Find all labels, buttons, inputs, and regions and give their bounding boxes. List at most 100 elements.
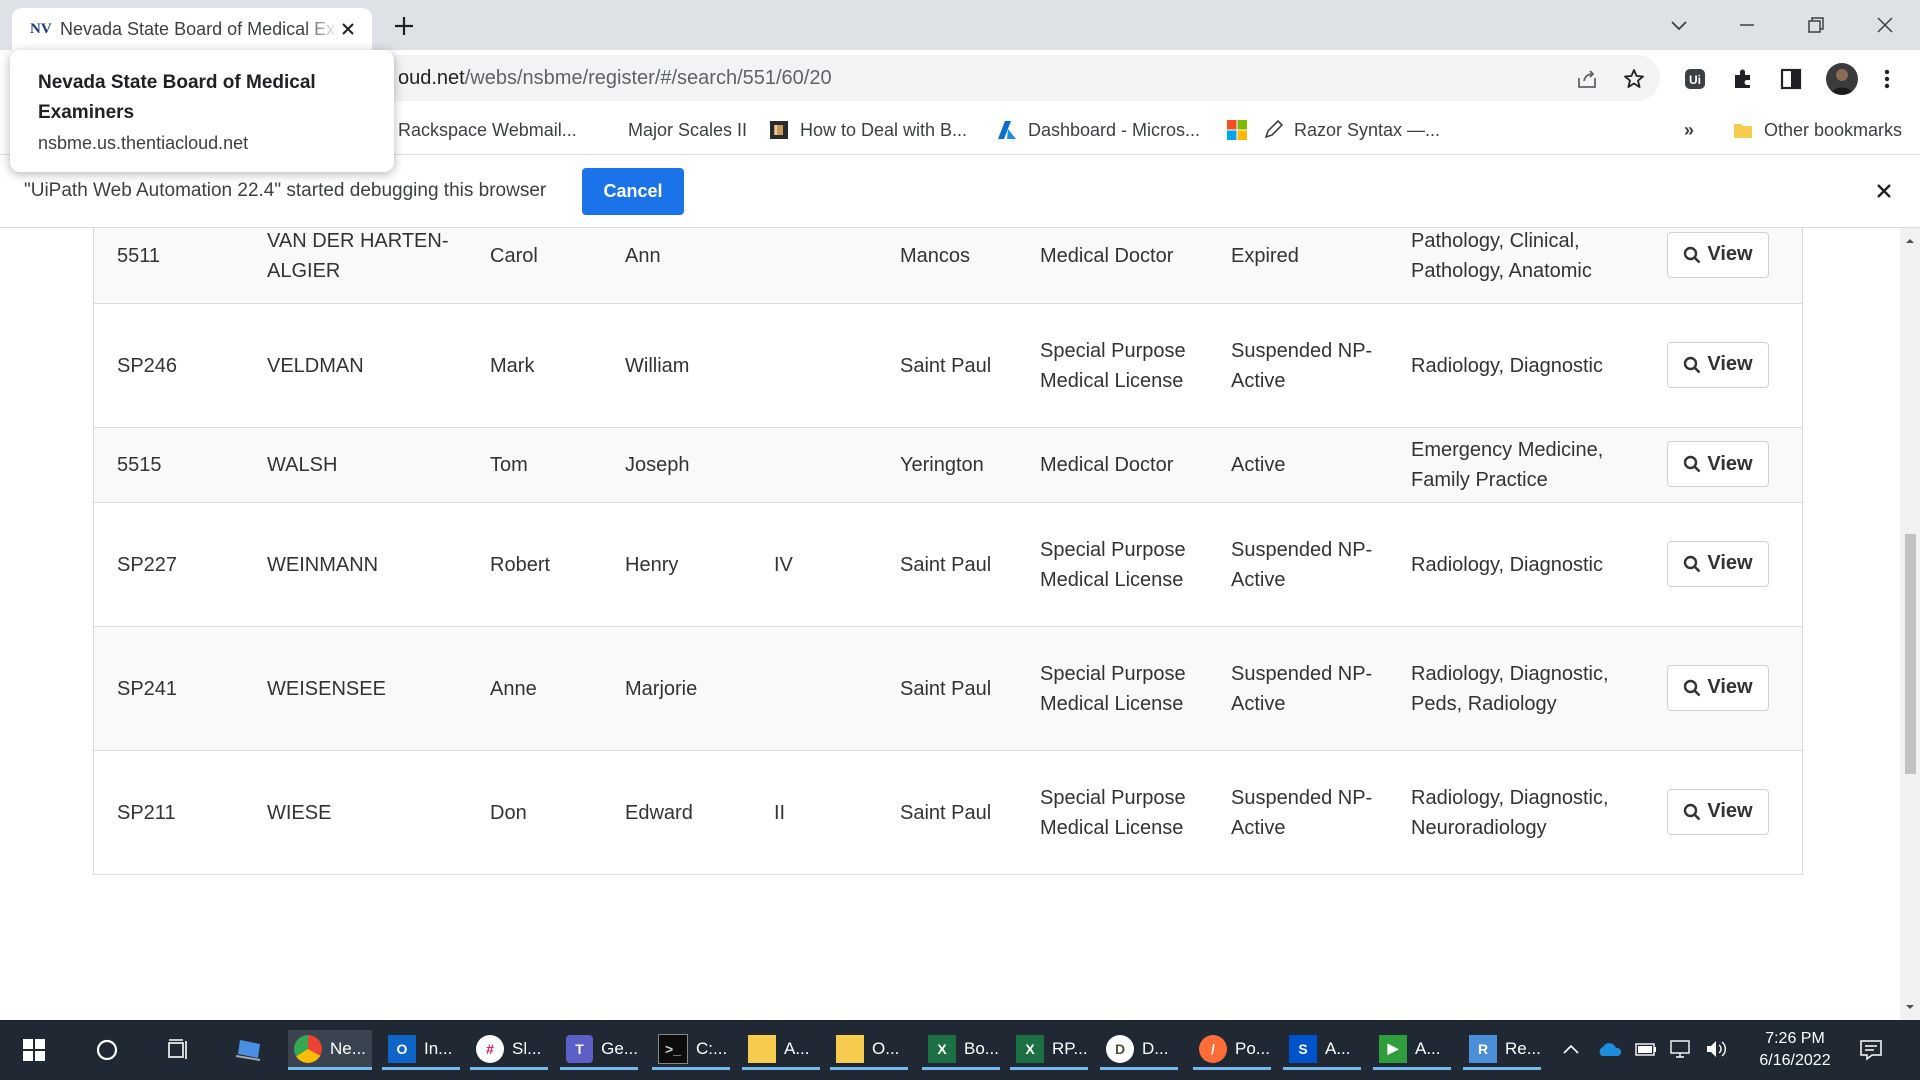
taskbar-app-1[interactable]: O In... xyxy=(382,1030,460,1070)
bookmark-major-scales[interactable]: Major Scales II xyxy=(628,116,747,144)
license-results-table: 5511 VAN DER HARTEN-ALGIER Carol Ann Mancos M… xyxy=(93,228,1803,875)
taskbar-app-10[interactable]: / Po... xyxy=(1193,1030,1271,1070)
view-button[interactable]: View xyxy=(1667,788,1769,835)
other-bookmarks-label: Other bookmarks xyxy=(1764,119,1903,140)
first-name-cell-text: Carol xyxy=(490,244,538,267)
network-icon[interactable] xyxy=(1668,1038,1692,1060)
tab-search-chevron-icon[interactable] xyxy=(1666,12,1692,38)
city-cell: Saint Paul xyxy=(900,627,1020,750)
specialty-cell-text: Radiology, Diagnostic, Peds, Radiology xyxy=(1411,662,1609,715)
license-status-cell: Suspended NP-Active xyxy=(1231,627,1401,750)
outlook-icon: O xyxy=(388,1034,416,1063)
scroll-down-arrow-icon[interactable] xyxy=(1905,1002,1915,1012)
other-bookmarks[interactable]: Other bookmarks xyxy=(1732,116,1902,144)
bookmark-rackspace[interactable]: Rackspace Webmail... xyxy=(398,116,577,144)
taskbar-app-11[interactable]: S A... xyxy=(1283,1030,1361,1070)
site-favicon: NV xyxy=(30,20,52,37)
taskbar-app-13[interactable]: R Re... xyxy=(1463,1030,1541,1070)
taskbar-clock[interactable]: 7:26 PM 6/16/2022 xyxy=(1740,1028,1850,1072)
extensions-puzzle-icon[interactable] xyxy=(1730,66,1756,92)
close-tab-icon[interactable] xyxy=(338,19,358,39)
taskbar-app-0[interactable]: Ne... xyxy=(288,1030,372,1070)
url-domain-part: oud.net xyxy=(398,67,465,89)
show-hidden-icons-chevron[interactable] xyxy=(1562,1042,1580,1056)
taskbar-app-label: Bo... xyxy=(964,1038,999,1058)
postman-icon: / xyxy=(1199,1034,1227,1063)
laptop-pinned-icon[interactable] xyxy=(234,1036,264,1064)
scrollbar-thumb[interactable] xyxy=(1905,534,1916,774)
svg-text:Ui: Ui xyxy=(1689,73,1701,87)
windows-start-icon[interactable] xyxy=(22,1038,46,1062)
sourcetree-icon: S xyxy=(1289,1034,1317,1063)
last-name-cell: WEINMANN xyxy=(267,503,477,626)
side-panel-icon[interactable] xyxy=(1778,66,1804,92)
bookmark-microsoft[interactable] xyxy=(1226,116,1258,144)
microsoft-logo-icon xyxy=(1227,120,1247,140)
view-button[interactable]: View xyxy=(1667,441,1769,487)
page-scrollbar[interactable] xyxy=(1900,228,1920,1020)
city-cell-text: Saint Paul xyxy=(900,801,992,824)
share-icon[interactable] xyxy=(1575,67,1599,91)
bookmark-how-to-deal[interactable]: How to Deal with B... xyxy=(768,116,967,144)
taskbar-app-4[interactable]: >_ C:... xyxy=(652,1030,730,1070)
onedrive-icon[interactable] xyxy=(1597,1040,1623,1058)
bookmark-star-icon[interactable] xyxy=(1622,67,1646,91)
cancel-debugging-button[interactable]: Cancel xyxy=(582,168,684,215)
scroll-up-arrow-icon[interactable] xyxy=(1905,236,1915,246)
bookmark-dashboard[interactable]: Dashboard - Micros... xyxy=(996,116,1200,144)
bookmark-razor-syntax[interactable]: Razor Syntax —... xyxy=(1262,116,1440,144)
table-row: SP246 VELDMAN Mark William Saint Paul Special… xyxy=(94,304,1802,428)
table-row: SP227 WEINMANN Robert Henry IV Saint Paul Spec… xyxy=(94,503,1802,627)
view-button[interactable]: View xyxy=(1667,664,1769,711)
taskbar-app-9[interactable]: D D... xyxy=(1100,1030,1178,1070)
taskbar-app-3[interactable]: T Ge... xyxy=(560,1030,638,1070)
taskbar-app-label: Po... xyxy=(1235,1038,1270,1058)
menu-kebab-icon[interactable] xyxy=(1874,66,1900,92)
action-center-notifications-icon[interactable] xyxy=(1858,1037,1884,1063)
license-type-cell-text: Medical Doctor xyxy=(1040,244,1174,267)
volume-icon[interactable] xyxy=(1704,1038,1730,1060)
license-type-cell: Medical Doctor xyxy=(1040,428,1220,502)
suffix-cell xyxy=(774,304,854,427)
uipath-extension-icon[interactable]: Ui xyxy=(1682,66,1708,92)
city-cell-text: Mancos xyxy=(900,244,971,267)
magnifier-search-icon xyxy=(1684,246,1701,263)
taskbar-app-2[interactable]: # Sl... xyxy=(470,1030,548,1070)
taskbar-app-7[interactable]: X Bo... xyxy=(922,1030,1000,1070)
minimize-icon[interactable] xyxy=(1734,12,1760,38)
magnifier-search-icon xyxy=(1684,356,1701,373)
browser-tab-active[interactable]: NV Nevada State Board of Medical Examine… xyxy=(12,8,372,50)
middle-name-cell-text: William xyxy=(625,354,690,377)
battery-icon[interactable] xyxy=(1634,1038,1658,1060)
close-infobar-icon[interactable] xyxy=(1872,179,1896,203)
close-window-icon[interactable] xyxy=(1872,12,1898,38)
restore-icon[interactable] xyxy=(1803,12,1829,38)
url-text[interactable]: oud.net/webs/nsbme/register/#/search/551… xyxy=(398,67,832,90)
first-name-cell-text: Don xyxy=(490,801,527,824)
magnifier-search-icon xyxy=(1684,555,1701,572)
taskbar-app-8[interactable]: X RP... xyxy=(1010,1030,1088,1070)
clock-time: 7:26 PM xyxy=(1765,1030,1825,1047)
task-view-icon[interactable] xyxy=(166,1037,192,1063)
search-circle-icon[interactable] xyxy=(94,1037,120,1063)
city-cell: Saint Paul xyxy=(900,304,1020,427)
taskbar-app-12[interactable]: ▶ A... xyxy=(1373,1030,1451,1070)
license-number-cell-text: SP227 xyxy=(117,553,178,576)
view-button[interactable]: View xyxy=(1667,540,1769,587)
last-name-cell-text: WALSH xyxy=(267,454,338,476)
license-type-cell: Special Purpose Medical License xyxy=(1040,503,1220,626)
azure-icon xyxy=(998,121,1016,139)
profile-avatar[interactable] xyxy=(1826,63,1858,95)
taskbar-app-6[interactable]: O... xyxy=(830,1030,908,1070)
new-tab-button[interactable] xyxy=(390,12,418,40)
license-status-cell-text: Suspended NP-Active xyxy=(1231,538,1373,591)
first-name-cell: Don xyxy=(490,751,620,874)
terminal-icon: >_ xyxy=(658,1033,688,1064)
bookmarks-overflow-button[interactable]: » xyxy=(1684,116,1694,144)
view-button[interactable]: View xyxy=(1667,231,1769,278)
player-icon: ▶ xyxy=(1379,1034,1407,1063)
suffix-cell-text: IV xyxy=(774,553,793,576)
taskbar-app-5[interactable]: A... xyxy=(742,1030,820,1070)
taskbar-app-label: RP... xyxy=(1052,1038,1088,1058)
view-button[interactable]: View xyxy=(1667,341,1769,388)
